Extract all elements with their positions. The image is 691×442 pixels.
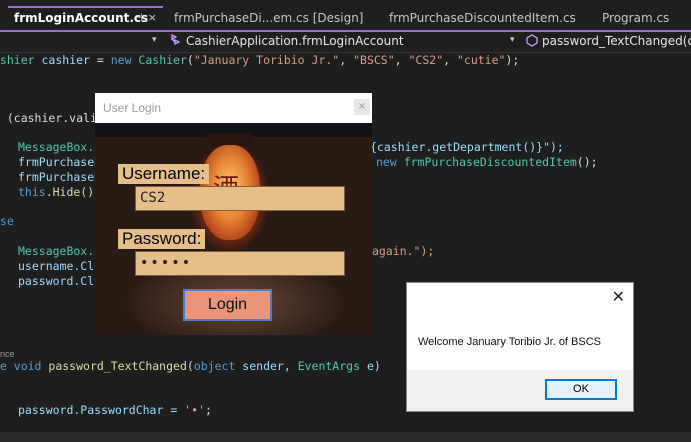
username-label: Username: xyxy=(118,164,210,184)
code-line: username.Cle xyxy=(18,259,102,273)
tab-frm-login-account[interactable]: frmLoginAccount.cs ⊣ × xyxy=(8,6,163,30)
close-tab-icon[interactable]: × xyxy=(148,8,157,28)
tab-label: frmPurchaseDiscountedItem.cs xyxy=(389,11,576,25)
lantern-cap xyxy=(207,133,253,145)
code-line: MessageBox.S xyxy=(18,140,102,154)
user-login-window: User Login × 酒 Username: CS2 Password: •… xyxy=(95,93,372,335)
window-title: User Login xyxy=(95,93,372,123)
method-icon xyxy=(525,34,539,50)
code-line: frmPurchaseD xyxy=(18,155,102,169)
references-codelens[interactable]: nce xyxy=(0,349,15,359)
tab-label: Program.cs xyxy=(602,11,670,25)
message-text: Welcome January Toribio Jr. of BSCS xyxy=(418,336,602,348)
code-line: ashier cashier = new Cashier("January To… xyxy=(0,53,520,67)
code-line: f (cashier.vali xyxy=(6,111,97,125)
code-line: lse xyxy=(0,214,14,228)
code-line: this.Hide(); xyxy=(18,185,102,199)
navigation-bar: ▾ CashierApplication.frmLoginAccount ▾ p… xyxy=(0,32,691,53)
chevron-down-icon[interactable]: ▾ xyxy=(510,35,515,45)
class-icon xyxy=(169,33,183,50)
tab-frm-purchase-design[interactable]: frmPurchaseDi...em.cs [Design] xyxy=(168,6,378,30)
editor-tab-bar: frmLoginAccount.cs ⊣ × frmPurchaseDi...e… xyxy=(0,0,691,32)
welcome-message-box: ✕ Welcome January Toribio Jr. of BSCS OK xyxy=(406,282,634,412)
close-icon[interactable]: × xyxy=(354,99,370,115)
class-path-dropdown[interactable]: CashierApplication.frmLoginAccount xyxy=(186,34,404,48)
password-input[interactable]: ••••• xyxy=(135,251,345,276)
tab-label: frmPurchaseDi...em.cs [Design] xyxy=(174,11,364,25)
code-line: MessageBox.S xyxy=(18,244,102,258)
tab-frm-purchase-discounted-item[interactable]: frmPurchaseDiscountedItem.cs xyxy=(383,6,588,30)
code-line: again."); xyxy=(372,244,435,258)
code-line: new frmPurchaseDiscountedItem(); xyxy=(376,155,598,169)
tab-program[interactable]: Program.cs xyxy=(596,6,691,30)
code-line: te void password_TextChanged(object send… xyxy=(0,359,381,373)
username-input[interactable]: CS2 xyxy=(135,186,345,211)
message-footer: OK xyxy=(407,370,633,411)
login-button[interactable]: Login xyxy=(183,289,272,321)
login-background-image: 酒 Username: CS2 Password: ••••• Login xyxy=(95,123,372,335)
member-dropdown[interactable]: password_TextChanged(obje xyxy=(542,34,691,48)
code-line: {cashier.getDepartment()}"); xyxy=(370,140,564,154)
ok-button[interactable]: OK xyxy=(545,379,617,400)
horizontal-scrollbar[interactable] xyxy=(0,432,691,442)
password-label: Password: xyxy=(118,229,206,249)
close-icon[interactable]: ✕ xyxy=(612,287,625,307)
pin-icon[interactable]: ⊣ xyxy=(133,8,143,28)
code-line: password.PasswordChar = '•'; xyxy=(18,403,212,417)
code-line: password.Clo xyxy=(18,274,102,288)
chevron-down-icon[interactable]: ▾ xyxy=(152,35,157,45)
code-line: frmPurchaseD xyxy=(18,170,102,184)
tab-label: frmLoginAccount.cs xyxy=(14,11,149,25)
